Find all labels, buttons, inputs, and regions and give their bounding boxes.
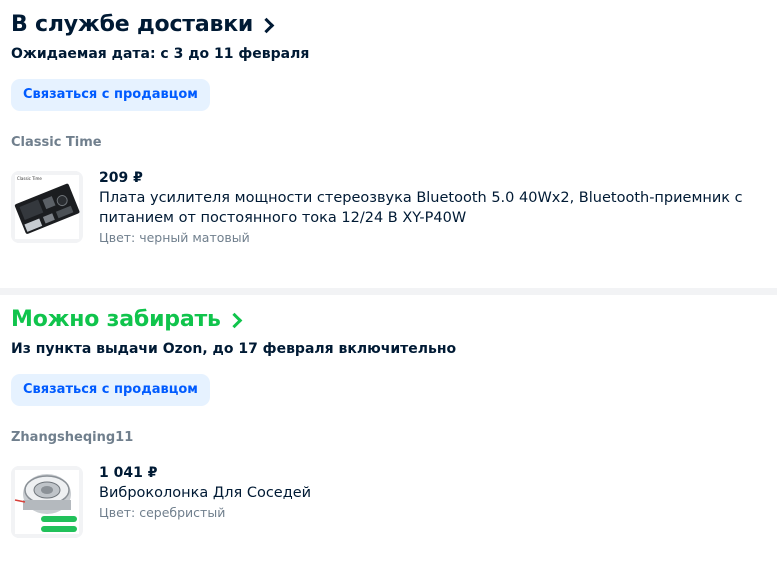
order-status-title[interactable]: В службе доставки: [11, 12, 765, 38]
contact-seller-button[interactable]: Связаться с продавцом: [11, 79, 210, 111]
chevron-right-icon[interactable]: [258, 17, 275, 34]
product-item[interactable]: 1 041 ₽ Виброколонка Для Соседей Цвет: с…: [11, 464, 765, 538]
seller-name[interactable]: Zhangsheqing11: [11, 430, 765, 446]
product-info: 209 ₽ Плата усилителя мощности стереозву…: [99, 169, 759, 246]
product-thumbnail[interactable]: [11, 466, 83, 538]
chevron-right-icon[interactable]: [226, 312, 243, 329]
product-color: Цвет: черный матовый: [99, 230, 250, 245]
expected-date: Ожидаемая дата: с 3 до 11 февраля: [11, 46, 310, 62]
product-price: 1 041 ₽: [99, 465, 158, 481]
product-item[interactable]: Classic Time 209 ₽ Плата усилителя мощно…: [11, 169, 765, 246]
contact-seller-button[interactable]: Связаться с продавцом: [11, 374, 210, 406]
product-price: 209 ₽: [99, 170, 143, 186]
seller-name[interactable]: Classic Time: [11, 135, 765, 151]
order-status-label[interactable]: Можно забирать: [11, 307, 221, 333]
product-name[interactable]: Плата усилителя мощности стереозвука Blu…: [99, 188, 759, 228]
product-thumbnail[interactable]: Classic Time: [11, 171, 83, 243]
product-color: Цвет: серебристый: [99, 505, 226, 520]
section-divider: [0, 288, 777, 295]
pickup-info: Из пункта выдачи Ozon, до 17 февраля вкл…: [11, 341, 457, 357]
vibration-speaker-image: [11, 466, 83, 538]
thumb-caption: Classic Time: [17, 176, 42, 181]
order-status-label[interactable]: В службе доставки: [11, 12, 253, 38]
product-name[interactable]: Виброколонка Для Соседей: [99, 483, 311, 503]
order-status-title[interactable]: Можно забирать: [11, 307, 765, 333]
amplifier-board-image: [11, 171, 83, 243]
product-info: 1 041 ₽ Виброколонка Для Соседей Цвет: с…: [99, 464, 311, 538]
order-card-in-delivery: В службе доставки Ожидаемая дата: с 3 до…: [0, 0, 777, 288]
order-card-ready: Можно забирать Из пункта выдачи Ozon, до…: [0, 295, 777, 581]
